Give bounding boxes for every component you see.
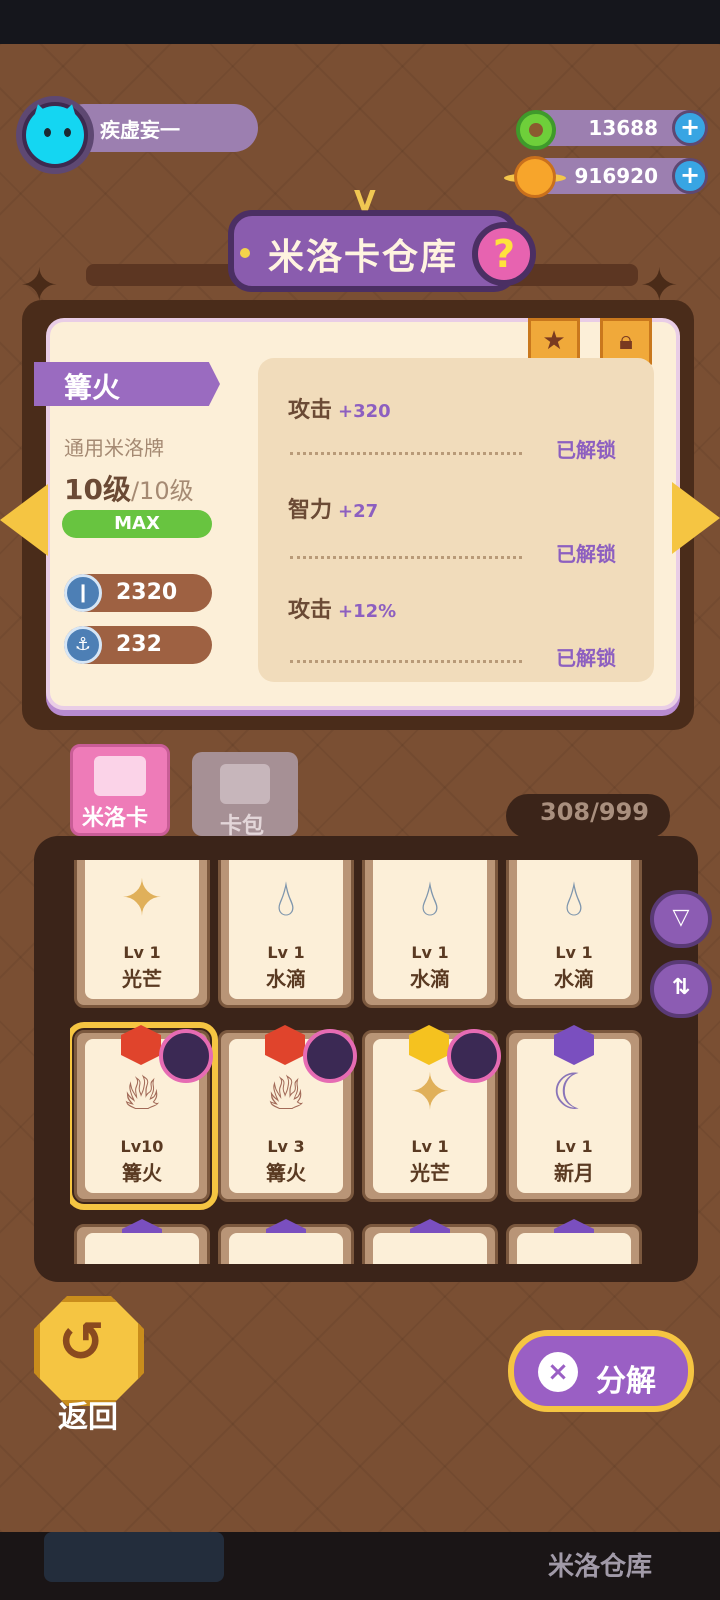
card-item[interactable]	[362, 1219, 498, 1264]
card-item[interactable]: 💧︎ Lv 1 水滴	[506, 860, 642, 1008]
card-item-name: 新月	[554, 1161, 594, 1185]
currency-donut-value: 13688	[588, 116, 658, 140]
shooting-star-icon: ✦	[409, 1063, 451, 1121]
green-donut-icon	[516, 110, 556, 150]
attribute-row: 智力 +27	[288, 492, 378, 524]
player-name: 疾虚妄一	[100, 118, 180, 142]
status-bar	[0, 0, 720, 44]
max-badge: MAX	[62, 510, 212, 538]
card-face	[517, 1233, 631, 1264]
banner-dot-icon	[240, 248, 250, 258]
card-item-name: 水滴	[410, 967, 450, 991]
card-item-name: 篝火	[266, 1161, 306, 1185]
capacity-current: 308	[540, 798, 591, 826]
card-level: Lv 1	[411, 943, 449, 962]
card-name-ribbon	[34, 362, 220, 406]
bottom-nav-warehouse[interactable]: 米洛仓库	[548, 1546, 652, 1583]
card-level: Lv 1	[267, 943, 305, 962]
attribute-row: 攻击 +320	[288, 392, 391, 424]
card-item[interactable]: 🔥︎ Lv 3 篝火	[218, 1025, 357, 1202]
card-level: Lv10	[120, 1137, 164, 1156]
card-item[interactable]	[506, 1219, 642, 1264]
bottom-nav-item[interactable]	[44, 1532, 224, 1582]
filter-button[interactable]: ▽	[650, 890, 712, 948]
attribute-divider	[290, 660, 522, 663]
card-face	[229, 1233, 343, 1264]
next-card-arrow[interactable]	[672, 482, 720, 554]
campfire-icon: 🔥︎	[123, 1063, 161, 1121]
currency-coin-value: 916920	[574, 164, 659, 188]
stat-defense-value: 232	[116, 632, 162, 657]
hp-icon: ❙	[64, 574, 102, 612]
add-coin-button[interactable]: +	[672, 158, 708, 194]
attribute-status: 已解锁	[556, 542, 616, 566]
decompose-label: 分解	[596, 1364, 656, 1399]
return-arrow-icon: ↺	[58, 1310, 105, 1375]
attribute-divider	[290, 452, 522, 455]
card-item[interactable]: ✦ Lv 1 光芒	[362, 1025, 501, 1202]
attribute-value: +12%	[338, 601, 397, 622]
stat-hp-value: 2320	[116, 580, 178, 605]
attribute-status: 已解锁	[556, 646, 616, 670]
attribute-name: 智力	[288, 498, 333, 523]
card-pack-icon	[220, 764, 270, 804]
close-icon: ×	[538, 1352, 578, 1392]
moon-cloud-icon: ☾	[551, 1063, 597, 1121]
attribute-divider	[290, 556, 522, 559]
capacity-max: /999	[590, 798, 649, 826]
card-grid[interactable]: ✦ Lv 1 光芒 💧︎ Lv 1 水滴 💧︎ Lv 1 水滴 💧︎ Lv 1 …	[70, 860, 670, 1264]
level-current: 10级	[64, 473, 131, 506]
card-name: 篝火	[64, 371, 121, 404]
card-item-selected[interactable]: 🔥︎ Lv10 篝火	[70, 1022, 218, 1210]
card-level: Lv 1	[555, 943, 593, 962]
card-level: Lv 1	[123, 943, 161, 962]
page-title: 米洛卡仓库	[268, 237, 459, 278]
avatar-eye-icon	[64, 128, 71, 137]
back-label: 返回	[58, 1400, 118, 1435]
water-drop-icon: 💧︎	[276, 869, 296, 927]
attribute-row: 攻击 +12%	[288, 592, 396, 624]
card-item-name: 水滴	[266, 967, 306, 991]
card-face	[85, 1233, 199, 1264]
card-item-name: 水滴	[554, 967, 594, 991]
card-level: Lv 3	[267, 1137, 305, 1156]
attribute-name: 攻击	[288, 598, 333, 623]
water-drop-icon: 💧︎	[564, 869, 584, 927]
milo-card-icon	[94, 756, 146, 796]
previous-card-arrow[interactable]	[0, 484, 48, 556]
card-level: Lv 1	[411, 1137, 449, 1156]
pin-icon: V	[354, 184, 376, 217]
card-item-name: 篝火	[122, 1161, 162, 1185]
capacity-count: 308/999	[540, 798, 649, 826]
avatar-eye-icon	[44, 128, 51, 137]
help-button[interactable]: ?	[472, 222, 536, 286]
card-item-name: 光芒	[410, 1161, 450, 1185]
card-level: Lv 1	[555, 1137, 593, 1156]
add-donut-button[interactable]: +	[672, 110, 708, 146]
tab-milo-card-label: 米洛卡	[82, 806, 149, 831]
attribute-status: 已解锁	[556, 438, 616, 462]
card-type: 通用米洛牌	[64, 436, 164, 460]
star-icon: ★	[542, 326, 566, 356]
card-item[interactable]: ✦ Lv 1 光芒	[74, 860, 210, 1008]
sort-button[interactable]: ⇅	[650, 960, 712, 1018]
card-level: 10级/10级	[64, 468, 194, 508]
defense-icon: ⚓	[64, 626, 102, 664]
campfire-icon: 🔥︎	[267, 1063, 305, 1121]
card-item[interactable]: 💧︎ Lv 1 水滴	[218, 860, 354, 1008]
card-face	[373, 1233, 487, 1264]
water-drop-icon: 💧︎	[420, 869, 440, 927]
attribute-value: +320	[338, 401, 391, 422]
planet-coin-icon	[514, 156, 556, 198]
card-item[interactable]: 💧︎ Lv 1 水滴	[362, 860, 498, 1008]
lock-icon: 🔒︎	[619, 326, 633, 356]
attribute-name: 攻击	[288, 398, 333, 423]
card-item[interactable]	[218, 1219, 354, 1264]
card-item[interactable]: ☾ Lv 1 新月	[506, 1025, 642, 1202]
card-item[interactable]	[74, 1219, 210, 1264]
attribute-value: +27	[338, 501, 379, 522]
level-max: /10级	[130, 477, 194, 505]
shooting-star-icon: ✦	[121, 869, 163, 927]
card-item-name: 光芒	[122, 967, 162, 991]
